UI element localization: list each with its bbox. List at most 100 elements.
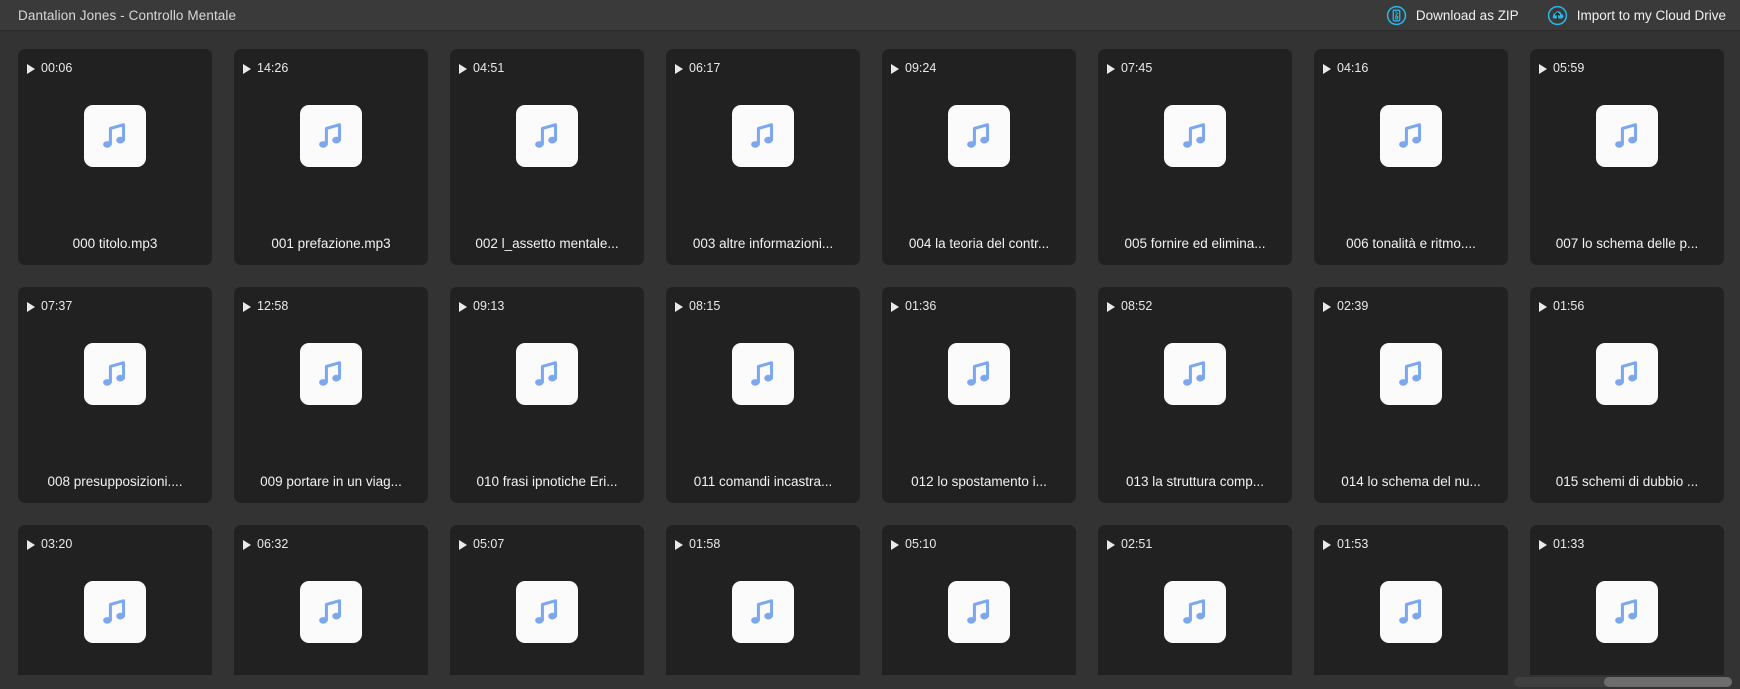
file-card[interactable]: 07:37 008 presupposizioni....: [18, 287, 212, 503]
play-icon[interactable]: [1539, 63, 1547, 74]
file-thumbnail[interactable]: [1530, 315, 1724, 433]
file-thumbnail[interactable]: [1098, 315, 1292, 433]
play-icon[interactable]: [27, 301, 35, 312]
file-thumbnail[interactable]: [1314, 553, 1508, 671]
play-icon[interactable]: [243, 63, 251, 74]
play-icon[interactable]: [891, 539, 899, 550]
file-thumbnail[interactable]: [1530, 77, 1724, 195]
file-thumbnail[interactable]: [234, 315, 428, 433]
file-thumbnail[interactable]: [1530, 553, 1724, 671]
audio-thumbnail-tile: [84, 581, 146, 643]
file-card[interactable]: 04:16 006 tonalità e ritmo....: [1314, 49, 1508, 265]
file-card[interactable]: 05:07018 lo schema vero_e...: [450, 525, 644, 689]
file-thumbnail[interactable]: [1098, 553, 1292, 671]
audio-thumbnail-tile: [732, 343, 794, 405]
file-card[interactable]: 08:15 011 comandi incastra...: [666, 287, 860, 503]
play-icon[interactable]: [1107, 539, 1115, 550]
file-card[interactable]: 01:53022 lo schema x signif...: [1314, 525, 1508, 689]
file-thumbnail[interactable]: [666, 77, 860, 195]
file-card[interactable]: 04:51 002 l_assetto mentale...: [450, 49, 644, 265]
file-thumbnail[interactable]: [1098, 77, 1292, 195]
file-card[interactable]: 02:51021 lo schema del per...: [1098, 525, 1292, 689]
file-card-header: 04:16: [1314, 49, 1508, 77]
music-note-icon: [1608, 117, 1646, 155]
file-thumbnail[interactable]: [666, 553, 860, 671]
file-grid-scroll-area[interactable]: 00:06 000 titolo.mp3 14:26 001 prefazione.m…: [0, 31, 1740, 689]
file-duration: 05:10: [905, 537, 937, 552]
play-icon[interactable]: [675, 301, 683, 312]
import-to-cloud-drive-button[interactable]: Import to my Cloud Drive: [1547, 5, 1726, 26]
play-icon[interactable]: [675, 539, 683, 550]
file-card[interactable]: 14:26 001 prefazione.mp3: [234, 49, 428, 265]
play-icon[interactable]: [1323, 301, 1331, 312]
play-icon[interactable]: [1539, 301, 1547, 312]
file-card[interactable]: 09:13 010 frasi ipnotiche Eri...: [450, 287, 644, 503]
play-icon[interactable]: [27, 63, 35, 74]
download-as-zip-button[interactable]: Download as ZIP: [1386, 5, 1519, 26]
file-card[interactable]: 02:39 014 lo schema del nu...: [1314, 287, 1508, 503]
music-note-icon: [1608, 593, 1646, 631]
file-card-header: 08:52: [1098, 287, 1292, 315]
play-icon[interactable]: [243, 301, 251, 312]
file-duration: 14:26: [257, 61, 289, 76]
file-duration: 04:16: [1337, 61, 1369, 76]
file-thumbnail[interactable]: [1314, 77, 1508, 195]
file-card[interactable]: 07:45 005 fornire ed elimina...: [1098, 49, 1292, 265]
file-thumbnail[interactable]: [450, 315, 644, 433]
file-thumbnail[interactable]: [882, 77, 1076, 195]
play-icon[interactable]: [891, 301, 899, 312]
music-note-icon: [96, 117, 134, 155]
file-thumbnail[interactable]: [234, 77, 428, 195]
horizontal-scrollbar-thumb[interactable]: [1604, 677, 1732, 687]
audio-thumbnail-tile: [732, 105, 794, 167]
play-icon[interactable]: [459, 539, 467, 550]
play-icon[interactable]: [459, 63, 467, 74]
file-card[interactable]: 00:06 000 titolo.mp3: [18, 49, 212, 265]
file-thumbnail[interactable]: [18, 553, 212, 671]
play-icon[interactable]: [243, 539, 251, 550]
file-card[interactable]: 01:36 012 lo spostamento i...: [882, 287, 1076, 503]
file-name: 009 portare in un viag...: [260, 474, 402, 489]
file-card[interactable]: 05:59 007 lo schema delle p...: [1530, 49, 1724, 265]
file-card-header: 09:13: [450, 287, 644, 315]
file-card-header: 04:51: [450, 49, 644, 77]
file-thumbnail[interactable]: [18, 77, 212, 195]
horizontal-scrollbar[interactable]: [0, 675, 1740, 689]
file-card[interactable]: 09:24 004 la teoria del contr...: [882, 49, 1076, 265]
music-note-icon: [528, 117, 566, 155]
file-thumbnail[interactable]: [450, 553, 644, 671]
file-card[interactable]: 03:20016 lo schema della v...: [18, 525, 212, 689]
file-thumbnail[interactable]: [882, 315, 1076, 433]
audio-thumbnail-tile: [948, 343, 1010, 405]
file-card[interactable]: 01:58019 gli schemi della c...: [666, 525, 860, 689]
file-thumbnail[interactable]: [18, 315, 212, 433]
play-icon[interactable]: [675, 63, 683, 74]
file-card-header: 01:53: [1314, 525, 1508, 553]
file-card[interactable]: 01:56 015 schemi di dubbio ...: [1530, 287, 1724, 503]
audio-thumbnail-tile: [516, 105, 578, 167]
file-thumbnail[interactable]: [666, 315, 860, 433]
file-card[interactable]: 01:33023 lo schema del sin...: [1530, 525, 1724, 689]
play-icon[interactable]: [891, 63, 899, 74]
play-icon[interactable]: [1107, 63, 1115, 74]
file-thumbnail[interactable]: [882, 553, 1076, 671]
file-card[interactable]: 08:52 013 la struttura comp...: [1098, 287, 1292, 503]
file-duration: 06:17: [689, 61, 721, 76]
play-icon[interactable]: [1107, 301, 1115, 312]
play-icon[interactable]: [27, 539, 35, 550]
file-thumbnail[interactable]: [450, 77, 644, 195]
file-duration: 05:07: [473, 537, 505, 552]
file-card[interactable]: 06:32017 stimolare i valori....: [234, 525, 428, 689]
file-card[interactable]: 06:17 003 altre informazioni...: [666, 49, 860, 265]
file-card[interactable]: 05:10020 manipolare lo sta...: [882, 525, 1076, 689]
play-icon[interactable]: [1323, 63, 1331, 74]
file-thumbnail[interactable]: [1314, 315, 1508, 433]
file-thumbnail[interactable]: [234, 553, 428, 671]
file-name: 010 frasi ipnotiche Eri...: [476, 474, 618, 489]
file-card[interactable]: 12:58 009 portare in un viag...: [234, 287, 428, 503]
play-icon[interactable]: [459, 301, 467, 312]
play-icon[interactable]: [1539, 539, 1547, 550]
play-icon[interactable]: [1323, 539, 1331, 550]
file-card-header: 07:37: [18, 287, 212, 315]
audio-thumbnail-tile: [1596, 105, 1658, 167]
